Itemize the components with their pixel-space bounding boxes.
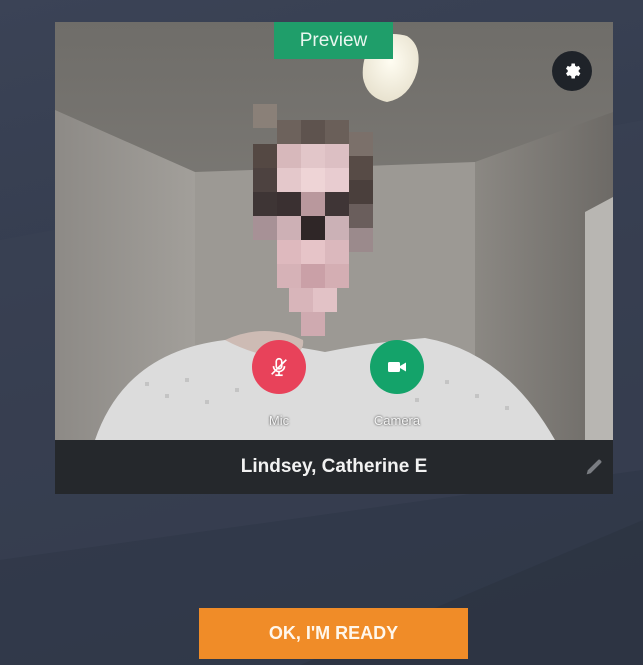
pencil-icon	[586, 459, 602, 475]
microphone-muted-icon	[271, 357, 287, 377]
camera-label: Camera	[373, 413, 421, 428]
mic-control: Mic	[244, 340, 314, 428]
video-camera-icon	[388, 362, 406, 372]
ready-button[interactable]: OK, I'M READY	[199, 608, 468, 659]
settings-button[interactable]	[552, 51, 592, 91]
video-preview-card: Preview Mic Camera Lindsey, Catherine E	[55, 22, 613, 494]
participant-name: Lindsey, Catherine E	[240, 456, 428, 477]
mic-toggle-button[interactable]	[252, 340, 306, 394]
camera-control: Camera	[362, 340, 432, 428]
mic-label: Mic	[268, 413, 290, 428]
preview-badge: Preview	[274, 22, 393, 59]
gear-icon	[566, 63, 581, 79]
edit-name-button[interactable]	[583, 456, 605, 478]
participant-name-bar: Lindsey, Catherine E	[55, 440, 613, 494]
camera-feed-image	[55, 22, 613, 440]
camera-preview-video: Preview Mic Camera	[55, 22, 613, 440]
camera-toggle-button[interactable]	[370, 340, 424, 394]
